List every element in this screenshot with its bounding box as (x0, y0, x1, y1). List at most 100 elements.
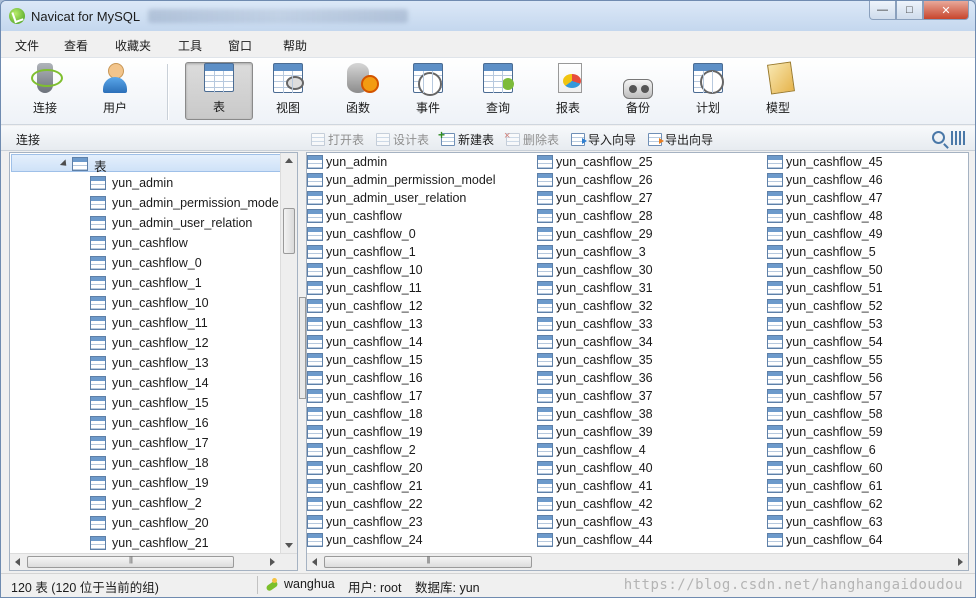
table-item[interactable]: yun_cashflow_49 (767, 225, 883, 243)
table-item[interactable]: yun_cashflow_6 (767, 441, 876, 459)
tree-item[interactable]: yun_cashflow_19 (90, 473, 209, 493)
new-table-button[interactable]: 新建表 (438, 128, 494, 148)
table-item[interactable]: yun_cashflow_61 (767, 477, 883, 495)
export-wizard-button[interactable]: 导出向导 (648, 131, 713, 148)
table-item[interactable]: yun_cashflow_41 (537, 477, 653, 495)
table-item[interactable]: yun_cashflow_64 (767, 531, 883, 549)
scroll-right-icon[interactable] (270, 558, 275, 566)
menu-view[interactable]: 查看 (64, 37, 88, 54)
tree-item[interactable]: yun_cashflow_12 (90, 333, 209, 353)
table-item[interactable]: yun_cashflow_22 (307, 495, 423, 513)
tree-item[interactable]: yun_cashflow_0 (90, 253, 202, 273)
table-item[interactable]: yun_cashflow_5 (767, 243, 876, 261)
tree-item[interactable]: yun_cashflow_20 (90, 513, 209, 533)
table-item[interactable]: yun_cashflow_36 (537, 369, 653, 387)
table-item[interactable]: yun_cashflow_48 (767, 207, 883, 225)
tree-item[interactable]: yun_cashflow_14 (90, 373, 209, 393)
toolbar-function-button[interactable]: 函数 (325, 62, 391, 120)
table-item[interactable]: yun_cashflow_60 (767, 459, 883, 477)
tree-item[interactable]: yun_cashflow_1 (90, 273, 202, 293)
table-item[interactable]: yun_cashflow_42 (537, 495, 653, 513)
tree-horizontal-scrollbar[interactable] (10, 553, 297, 570)
table-item[interactable]: yun_cashflow_23 (307, 513, 423, 531)
import-wizard-button[interactable]: 导入向导 (571, 131, 636, 148)
tree-item[interactable]: yun_cashflow_2 (90, 493, 202, 513)
tree-vertical-scrollbar[interactable] (280, 153, 297, 570)
toolbar-backup-button[interactable]: 备份 (605, 62, 671, 120)
toolbar-connection-button[interactable]: 连接 (12, 62, 78, 120)
table-item[interactable]: yun_cashflow_2 (307, 441, 416, 459)
tree-item[interactable]: yun_cashflow_11 (90, 313, 208, 333)
scroll-thumb[interactable] (27, 556, 234, 568)
pane-splitter[interactable] (298, 152, 306, 571)
menu-file[interactable]: 文件 (15, 37, 39, 54)
table-item[interactable]: yun_cashflow_52 (767, 297, 883, 315)
table-item[interactable]: yun_cashflow_14 (307, 333, 423, 351)
open-table-button[interactable]: 打开表 (311, 131, 364, 148)
table-item[interactable]: yun_cashflow_16 (307, 369, 423, 387)
table-item[interactable]: yun_cashflow_13 (307, 315, 423, 333)
scroll-left-icon[interactable] (15, 558, 20, 566)
tree-item[interactable]: yun_cashflow_13 (90, 353, 209, 373)
table-item[interactable]: yun_admin (307, 153, 387, 171)
table-item[interactable]: yun_cashflow_44 (537, 531, 653, 549)
table-item[interactable]: yun_cashflow_11 (307, 279, 422, 297)
toolbar-event-button[interactable]: 事件 (395, 62, 461, 120)
table-item[interactable]: yun_cashflow_43 (537, 513, 653, 531)
toolbar-report-button[interactable]: 报表 (535, 62, 601, 120)
scroll-thumb[interactable] (283, 208, 295, 254)
toolbar-view-button[interactable]: 视图 (255, 62, 321, 120)
menu-tools[interactable]: 工具 (178, 37, 202, 54)
table-item[interactable]: yun_cashflow_58 (767, 405, 883, 423)
tree-item[interactable]: yun_cashflow_16 (90, 413, 209, 433)
table-item[interactable]: yun_cashflow_10 (307, 261, 423, 279)
table-item[interactable]: yun_cashflow_34 (537, 333, 653, 351)
table-item[interactable]: yun_cashflow_19 (307, 423, 423, 441)
table-item[interactable]: yun_cashflow_53 (767, 315, 883, 333)
table-item[interactable]: yun_cashflow_3 (537, 243, 646, 261)
table-item[interactable]: yun_cashflow_32 (537, 297, 653, 315)
table-item[interactable]: yun_cashflow_18 (307, 405, 423, 423)
list-horizontal-scrollbar[interactable] (307, 553, 968, 570)
scroll-right-icon[interactable] (958, 558, 963, 566)
tree-item[interactable]: yun_cashflow_10 (90, 293, 209, 313)
tree-selected-row[interactable]: 表 (11, 154, 281, 174)
table-item[interactable]: yun_cashflow_45 (767, 153, 883, 171)
table-item[interactable]: yun_cashflow_56 (767, 369, 883, 387)
table-item[interactable]: yun_cashflow_39 (537, 423, 653, 441)
table-item[interactable]: yun_cashflow_35 (537, 351, 653, 369)
maximize-button[interactable]: □ (896, 1, 923, 20)
table-item[interactable]: yun_cashflow_63 (767, 513, 883, 531)
tree-item[interactable]: yun_cashflow_15 (90, 393, 209, 413)
scroll-left-icon[interactable] (312, 558, 317, 566)
expand-arrow-icon[interactable] (59, 159, 70, 169)
table-item[interactable]: yun_cashflow_4 (537, 441, 646, 459)
table-item[interactable]: yun_cashflow_25 (537, 153, 653, 171)
menu-window[interactable]: 窗口 (228, 37, 252, 54)
table-item[interactable]: yun_cashflow_1 (307, 243, 416, 261)
table-item[interactable]: yun_cashflow_57 (767, 387, 883, 405)
table-item[interactable]: yun_cashflow_46 (767, 171, 883, 189)
table-item[interactable]: yun_cashflow_33 (537, 315, 653, 333)
table-item[interactable]: yun_cashflow_28 (537, 207, 653, 225)
scroll-thumb[interactable] (324, 556, 532, 568)
toolbar-user-button[interactable]: 用户 (82, 62, 148, 120)
scroll-up-icon[interactable] (285, 158, 293, 163)
table-item[interactable]: yun_cashflow_20 (307, 459, 423, 477)
menu-favorites[interactable]: 收藏夹 (115, 37, 151, 54)
view-mode-icon[interactable] (951, 131, 965, 145)
tree-item[interactable]: yun_cashflow_18 (90, 453, 209, 473)
table-item[interactable]: yun_cashflow_30 (537, 261, 653, 279)
table-item[interactable]: yun_cashflow_40 (537, 459, 653, 477)
tree-item[interactable]: yun_cashflow_21 (90, 533, 209, 553)
table-item[interactable]: yun_cashflow_55 (767, 351, 883, 369)
design-table-button[interactable]: 设计表 (376, 131, 429, 148)
tree-item[interactable]: yun_admin_user_relation (90, 213, 252, 233)
menu-help[interactable]: 帮助 (283, 37, 307, 54)
table-item[interactable]: yun_cashflow_59 (767, 423, 883, 441)
table-item[interactable]: yun_cashflow_38 (537, 405, 653, 423)
table-item[interactable]: yun_cashflow (307, 207, 402, 225)
table-item[interactable]: yun_cashflow_24 (307, 531, 423, 549)
minimize-button[interactable]: — (869, 1, 896, 20)
table-item[interactable]: yun_cashflow_29 (537, 225, 653, 243)
